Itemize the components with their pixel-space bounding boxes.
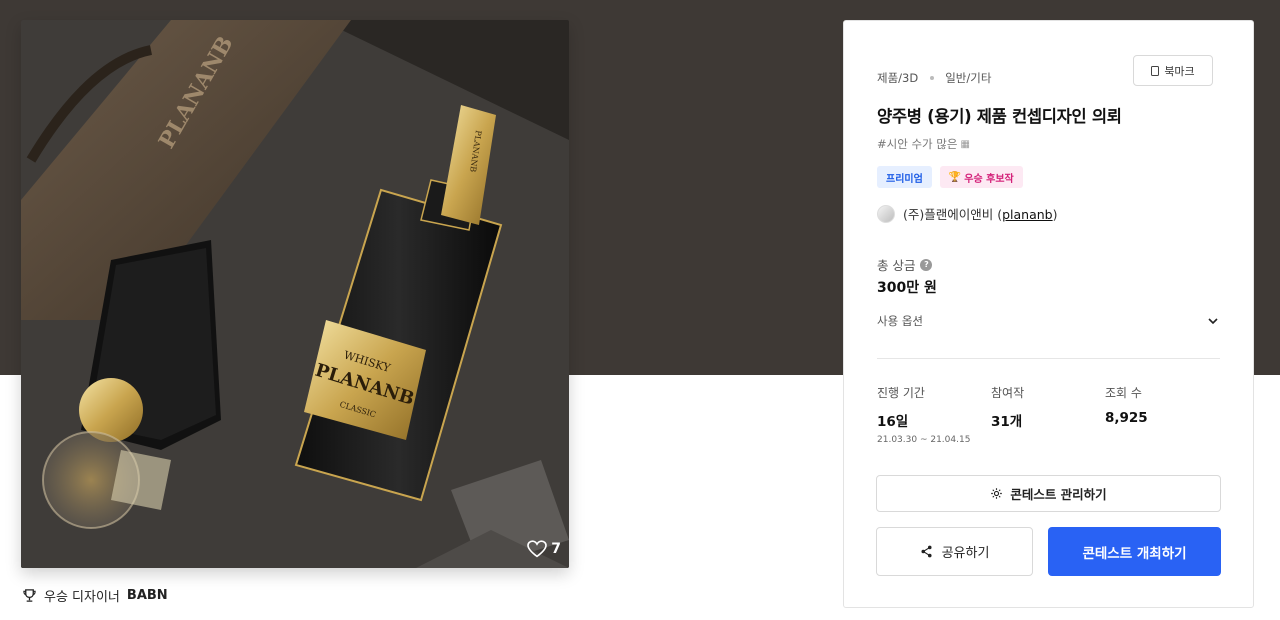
hashtag-text: #시안 수가 많은 (877, 137, 958, 151)
stat-views: 조회 수 8,925 (1105, 384, 1148, 426)
host-profile-link[interactable]: plananb (1002, 207, 1053, 222)
breadcrumb: 제품/3D 일반/기타 (877, 70, 991, 86)
stat-views-label: 조회 수 (1105, 386, 1142, 400)
host-row: (주)플랜에이앤비 (plananb) (877, 204, 1058, 223)
usage-options-label: 사용 옵션 (877, 314, 923, 328)
breadcrumb-category[interactable]: 제품/3D (877, 70, 918, 86)
stat-entries-value: 31개 (991, 414, 1023, 430)
page-title: 양주병 (용기) 제품 컨셉디자인 의뢰 (877, 107, 1122, 126)
gear-icon (991, 488, 1003, 499)
stat-period: 진행 기간 16일 21.03.30 ~ 21.04.15 (877, 384, 970, 445)
bookmark-button[interactable]: 북마크 (1133, 55, 1213, 86)
share-button[interactable]: 공유하기 (876, 527, 1033, 576)
premium-badge-label: 프리미엄 (886, 173, 923, 185)
stat-period-value: 16일 (877, 414, 909, 430)
winner-prefix: 우승 디자이너 (44, 590, 120, 605)
stat-entries-label: 참여작 (991, 386, 1025, 400)
whisky-bottle-render: PLANANB PLANANB WHISKY PLANANB CLASSIC (21, 20, 569, 568)
prize-label: 총 상금 ? (877, 255, 933, 274)
stat-period-label: 진행 기간 (877, 386, 925, 400)
contest-info-panel: 제품/3D 일반/기타 북마크 양주병 (용기) 제품 컨셉디자인 의뢰 #시안… (843, 20, 1254, 608)
product-image[interactable]: PLANANB PLANANB WHISKY PLANANB CLASSIC 7 (21, 20, 569, 568)
stat-views-value: 8,925 (1105, 410, 1148, 426)
breadcrumb-separator (930, 76, 935, 80)
badge-row: 프리미엄 🏆 우승 후보작 (877, 166, 1023, 188)
heart-icon (527, 540, 548, 558)
manage-contest-button[interactable]: 콘테스트 관리하기 (876, 475, 1221, 512)
like-count: 7 (551, 541, 561, 557)
prize-value: 300만 원 (877, 280, 937, 296)
trophy-icon (22, 588, 37, 603)
host-name: (주)플랜에이앤비 (plananb) (903, 207, 1058, 222)
stat-entries: 참여작 31개 (991, 384, 1024, 430)
breadcrumb-subcategory[interactable]: 일반/기타 (945, 70, 991, 86)
winner-name: BABN (126, 588, 168, 603)
avatar (877, 204, 895, 223)
bookmark-icon (1151, 65, 1160, 76)
stat-period-range: 21.03.30 ~ 21.04.15 (877, 435, 971, 445)
usage-options-dropdown[interactable]: 사용 옵션 (877, 313, 1220, 329)
candidate-badge-label: 우승 후보작 (964, 173, 1014, 185)
host-contest-button[interactable]: 콘테스트 개최하기 (1048, 527, 1221, 576)
hashtag[interactable]: #시안 수가 많은 ▦ (877, 136, 970, 152)
bookmark-label: 북마크 (1164, 64, 1195, 78)
help-icon[interactable]: ? (920, 258, 933, 271)
share-label: 공유하기 (941, 546, 990, 561)
host-contest-label: 콘테스트 개최하기 (1082, 545, 1187, 562)
calendar-icon: ▦ (960, 138, 970, 150)
divider (877, 358, 1220, 359)
candidate-badge: 🏆 우승 후보작 (939, 166, 1023, 188)
like-button[interactable]: 7 (527, 540, 561, 558)
winner-row: 우승 디자이너 BABN (22, 586, 168, 605)
manage-contest-label: 콘테스트 관리하기 (1010, 487, 1107, 502)
chevron-down-icon (1206, 314, 1220, 328)
share-icon (921, 545, 932, 558)
premium-badge: 프리미엄 (877, 166, 932, 188)
trophy-icon: 🏆 (948, 171, 962, 183)
